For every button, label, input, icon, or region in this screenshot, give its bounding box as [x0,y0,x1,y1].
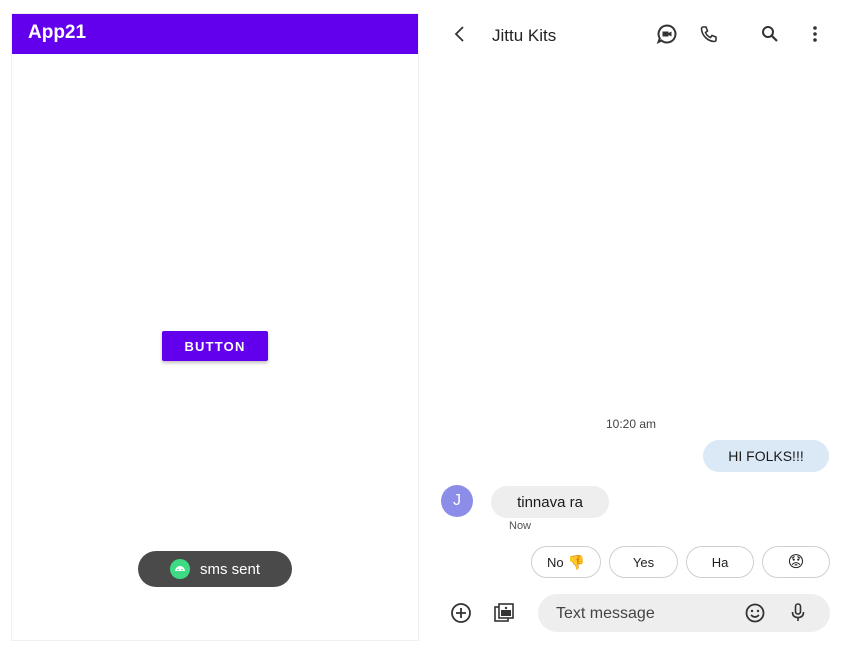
sms-sent-toast: sms sent [138,551,292,587]
left-app-screen: App21 BUTTON sms sent [12,14,418,640]
toast-text: sms sent [199,560,260,578]
app-title: App21 [28,22,87,43]
smart-reply-yes[interactable]: Yes [609,546,678,578]
app-bar: App21 [12,14,418,54]
smart-reply-ha[interactable]: Ha [686,546,754,578]
smart-reply-no-label: No [546,554,564,570]
mic-icon[interactable] [786,601,810,625]
add-circle-icon[interactable] [449,601,473,625]
android-app-icon [169,559,190,579]
contact-name: Jittu Kits [492,26,557,45]
gallery-icon[interactable] [492,601,516,625]
received-message-bubble[interactable]: tinnava ra [491,486,609,518]
thumbs-down-emoji: 👎 [567,553,586,570]
search-icon[interactable] [758,22,782,46]
smart-reply-no[interactable]: No 👎 [531,546,601,578]
smart-reply-emoji[interactable]: 😟 [762,546,830,578]
more-vert-icon[interactable] [803,22,827,46]
smart-reply-yes-label: Yes [632,554,655,570]
messages-app-screen: Jittu Kits 10:20 am HI FOLKS!!! J tinnav… [430,0,841,652]
back-arrow-icon[interactable] [448,22,472,46]
compose-bar [538,594,830,634]
worried-face-emoji: 😟 [787,554,805,571]
video-chat-icon[interactable] [655,22,679,46]
sent-message-bubble[interactable]: HI FOLKS!!! [703,440,829,472]
contact-avatar[interactable]: J [441,485,473,517]
main-button[interactable]: BUTTON [162,331,268,361]
emoji-icon[interactable] [743,601,767,625]
received-message-time: Now [509,520,532,532]
phone-icon[interactable] [697,22,721,46]
message-timestamp: 10:20 am [606,417,657,431]
text-message-input[interactable] [554,594,738,634]
smart-reply-ha-label: Ha [711,554,729,570]
